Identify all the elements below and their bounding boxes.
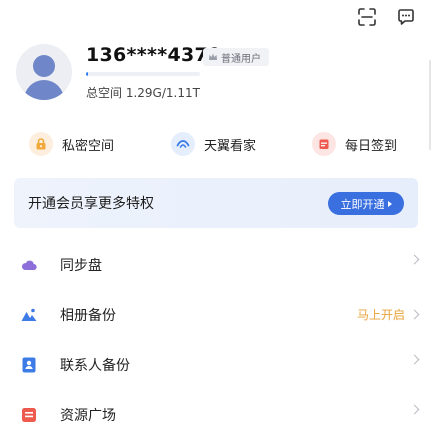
scrollbar[interactable] — [429, 60, 431, 150]
storage-progress-bar — [86, 72, 200, 76]
cloud-icon — [21, 260, 37, 271]
menu-item-right — [409, 254, 420, 265]
open-membership-button[interactable]: 立即开通 — [328, 192, 404, 215]
message-icon[interactable] — [395, 6, 417, 28]
eye-icon — [171, 132, 195, 156]
menu-item-label: 资源广场 — [60, 408, 116, 424]
menu-item-label: 联系人备份 — [60, 358, 130, 374]
menu-item-sync-disk[interactable]: 同步盘 — [0, 240, 432, 290]
contact-icon — [22, 357, 36, 373]
top-bar — [0, 0, 432, 36]
menu-item-right — [409, 404, 420, 415]
quick-action-label: 每日签到 — [345, 138, 398, 154]
avatar-head — [33, 55, 55, 77]
menu-list: 同步盘 相册备份 马上开启 联系人备份 资源广场 — [0, 240, 432, 436]
backup-status: 马上开启 — [356, 308, 405, 322]
quick-action-home-watch[interactable]: 天翼看家 — [171, 130, 256, 158]
menu-item-contacts-backup[interactable]: 联系人备份 — [0, 340, 432, 390]
vip-banner[interactable]: 开通会员享更多特权 立即开通 — [14, 178, 418, 228]
menu-item-label: 同步盘 — [60, 258, 102, 274]
quick-actions: 私密空间 天翼看家 每日签到 — [0, 130, 432, 160]
chevron-right-icon — [409, 309, 420, 320]
calendar-icon — [312, 132, 336, 156]
menu-item-right — [409, 354, 420, 365]
menu-item-right: 马上开启 — [356, 306, 420, 323]
scan-icon[interactable] — [356, 6, 378, 28]
crown-icon — [209, 53, 217, 60]
phone-number: 136****4379 — [86, 44, 222, 66]
chevron-right-icon — [409, 254, 420, 265]
avatar[interactable] — [16, 44, 72, 100]
menu-item-photo-backup[interactable]: 相册备份 马上开启 — [0, 290, 432, 340]
quick-action-label: 私密空间 — [62, 138, 115, 154]
arrow-right-icon — [387, 200, 392, 207]
user-level-label: 普通用户 — [221, 53, 261, 65]
menu-item-label: 相册备份 — [60, 308, 116, 324]
open-membership-label: 立即开通 — [340, 198, 385, 211]
profile-section[interactable]: 136****4379 普通用户 总空间 1.29G/1.11T — [16, 42, 416, 108]
user-level-badge: 普通用户 — [203, 48, 269, 66]
lock-icon — [29, 132, 53, 156]
vip-banner-text: 开通会员享更多特权 — [28, 196, 154, 212]
resource-icon — [22, 408, 36, 422]
chevron-right-icon — [409, 354, 420, 365]
quick-action-private-space[interactable]: 私密空间 — [29, 130, 114, 158]
quick-action-daily-checkin[interactable]: 每日签到 — [312, 130, 397, 158]
storage-text: 总空间 1.29G/1.11T — [86, 86, 200, 100]
avatar-body — [24, 80, 64, 100]
chevron-right-icon — [409, 404, 420, 415]
photo-icon — [21, 308, 37, 321]
menu-item-resource-plaza[interactable]: 资源广场 — [0, 390, 432, 436]
storage-progress-fill — [86, 72, 89, 76]
quick-action-label: 天翼看家 — [204, 138, 257, 154]
